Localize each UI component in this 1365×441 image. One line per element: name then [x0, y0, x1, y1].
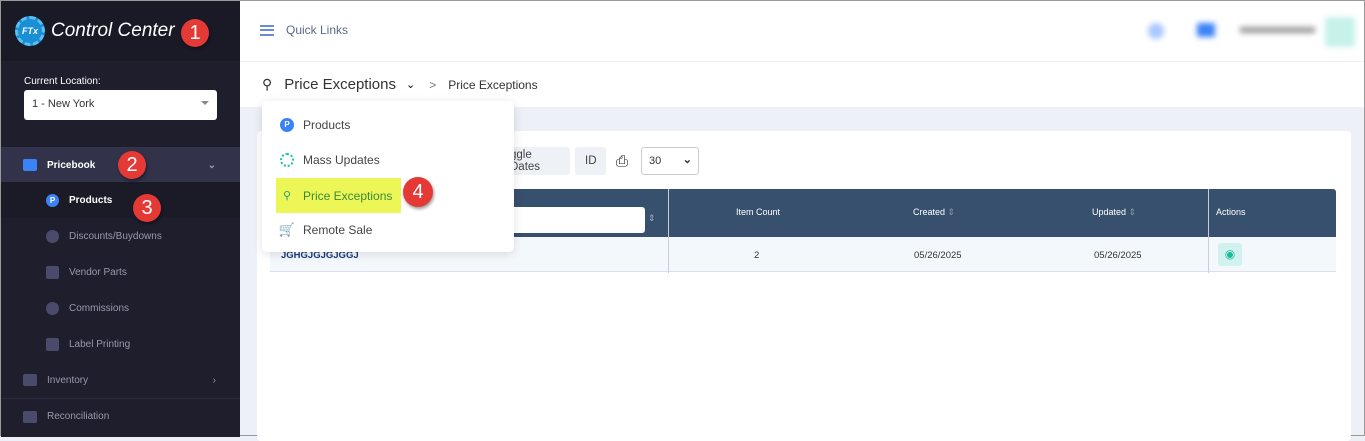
menu-item-label: Remote Sale [303, 222, 373, 237]
sort-icon: ⇕ [947, 207, 956, 217]
menu-item-label: Price Exceptions [303, 188, 393, 203]
location-value: 1 - New York [32, 98, 95, 110]
chevron-down-icon: ⌄ [682, 154, 692, 166]
breadcrumb-current: Price Exceptions [448, 77, 538, 92]
app-title: Control Center [51, 20, 175, 41]
p-circle-icon: P [280, 117, 294, 132]
annotation-badge-1: 1 [181, 19, 209, 47]
page-title[interactable]: Price Exceptions [284, 76, 396, 93]
chat-icon[interactable] [1197, 23, 1215, 37]
print-icon[interactable]: ⎙ [616, 153, 628, 170]
divider [668, 189, 669, 273]
discount-gear-icon [46, 229, 59, 243]
quick-links-button[interactable]: Quick Links [260, 23, 348, 37]
avatar[interactable] [1325, 17, 1355, 47]
money-bag-icon [46, 301, 59, 315]
per-page-select[interactable]: 30 ⌄ [641, 147, 699, 175]
menu-item-price-exceptions[interactable]: ⚲ Price Exceptions [276, 178, 401, 213]
header-actions: Actions [1216, 207, 1246, 217]
breadcrumb-dropdown-menu: P Products Mass Updates ⚲ Price Exceptions… [262, 101, 514, 252]
sidebar-item-label: Pricebook [47, 159, 96, 171]
price-exception-icon: ⚲ [262, 76, 273, 92]
cell-updated: 05/26/2025 [1094, 250, 1142, 261]
warehouse-icon [23, 374, 37, 386]
cell-item-count: 2 [754, 250, 760, 261]
calculator-icon [23, 159, 37, 171]
header-label: Updated [1092, 207, 1127, 217]
per-page-value: 30 [649, 155, 662, 167]
location-select[interactable]: 1 - New York [24, 90, 217, 120]
sidebar-item-commissions[interactable]: Commissions [1, 290, 240, 326]
sidebar: FTx Control Center Current Location: 1 -… [1, 1, 240, 437]
chevron-right-icon: > [429, 77, 437, 92]
menu-item-remote-sale[interactable]: 🛒 Remote Sale [276, 212, 401, 247]
annotation-badge-2: 2 [118, 151, 146, 179]
id-button[interactable]: ID [575, 147, 606, 175]
sort-icon[interactable]: ⇕ [648, 213, 656, 224]
header-updated[interactable]: Updated ⇕ [1092, 207, 1136, 218]
sidebar-item-label: Products [69, 194, 113, 206]
chevron-down-icon[interactable]: ⌄ [406, 78, 415, 91]
menu-item-products[interactable]: P Products [276, 107, 401, 142]
p-circle-icon: P [46, 193, 59, 207]
sidebar-item-label: Label Printing [69, 338, 131, 350]
search-icon[interactable] [1148, 23, 1164, 39]
location-label: Current Location: [24, 76, 101, 87]
spinner-icon [280, 152, 294, 167]
user-greeting[interactable] [1240, 27, 1315, 33]
sidebar-item-discounts[interactable]: Discounts/Buydowns [1, 218, 240, 254]
sidebar-item-label: Discounts/Buydowns [69, 230, 162, 242]
chevron-right-icon: › [212, 374, 216, 386]
sidebar-item-label: Vendor Parts [69, 266, 127, 278]
annotation-badge-3: 3 [133, 194, 161, 222]
header-item-count: Item Count [736, 207, 781, 217]
sidebar-item-label: Reconciliation [47, 411, 110, 422]
sidebar-item-vendor-parts[interactable]: Vendor Parts [1, 254, 240, 290]
header-label: Created [913, 207, 946, 217]
sidebar-item-label-printing[interactable]: Label Printing [1, 326, 240, 362]
menu-item-label: Products [303, 117, 351, 132]
cell-created: 05/26/2025 [914, 250, 962, 261]
header-created[interactable]: Created ⇕ [913, 207, 955, 218]
annotation-badge-4: 4 [403, 177, 433, 207]
tag-icon [46, 337, 59, 351]
caret-down-icon [201, 101, 209, 109]
dolly-icon [46, 265, 59, 279]
toggle-dates-label: ggle Dates [510, 149, 541, 173]
logo-gear-icon: FTx [15, 16, 45, 46]
divider [1208, 189, 1209, 273]
quick-links-label: Quick Links [286, 23, 349, 37]
sort-icon: ⇕ [1128, 207, 1137, 217]
sidebar-item-label: Inventory [47, 374, 89, 386]
chevron-down-icon: ⌄ [207, 159, 216, 171]
grid-icon [23, 410, 37, 423]
view-eye-icon[interactable]: ◉ [1218, 243, 1242, 266]
sidebar-item-inventory[interactable]: Inventory › [1, 362, 240, 398]
menu-icon [260, 24, 274, 36]
id-label: ID [585, 155, 597, 167]
topbar: Quick Links [240, 1, 1364, 61]
sidebar-item-products[interactable]: P Products [1, 182, 240, 218]
menu-item-mass-updates[interactable]: Mass Updates [276, 142, 401, 177]
cart-icon: 🛒 [278, 221, 296, 237]
sidebar-item-reconciliation[interactable]: Reconciliation [1, 398, 240, 434]
sidebar-item-label: Commissions [69, 302, 130, 314]
price-exception-icon: ⚲ [282, 190, 292, 202]
menu-item-label: Mass Updates [303, 152, 380, 167]
